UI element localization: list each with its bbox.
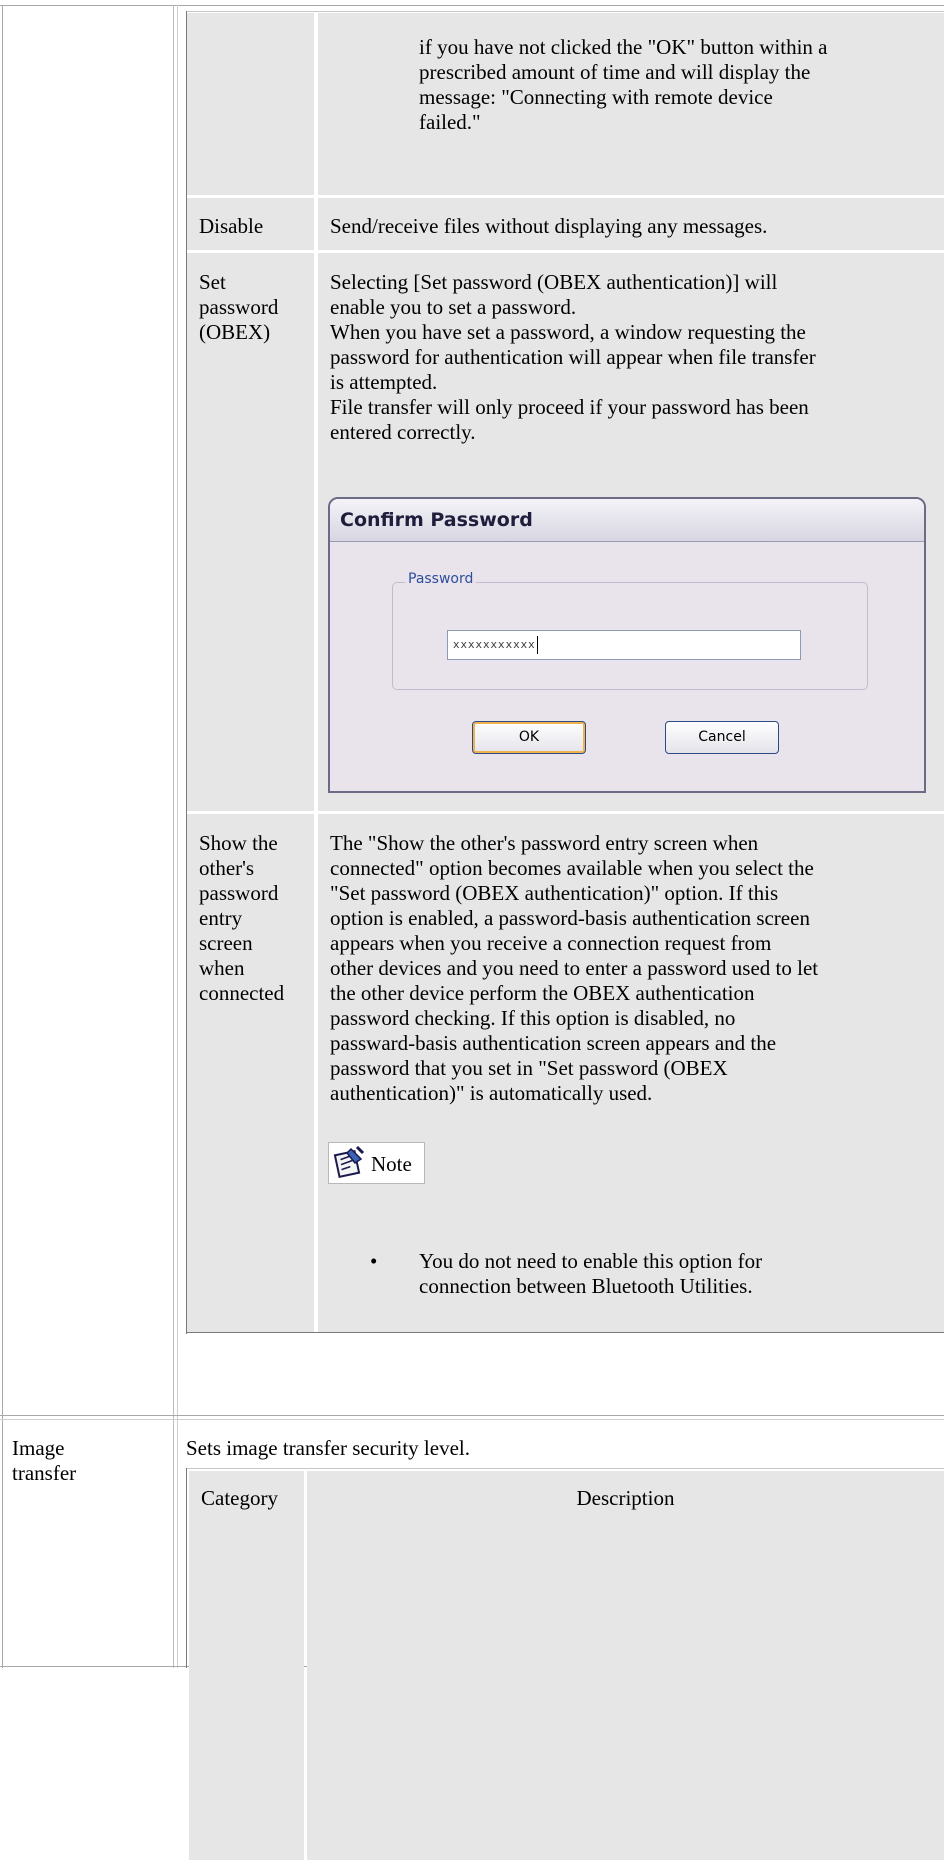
text-line: option is enabled, a password-basis auth… xyxy=(330,906,810,930)
text-line: prescribed amount of time and will displ… xyxy=(419,60,811,84)
dialog-title-bar: Confirm Password xyxy=(330,499,924,542)
text-line: When you have set a password, a window r… xyxy=(330,320,806,344)
inner-table-top-border xyxy=(186,11,944,12)
category-show-other: Show the other's password entry screen w… xyxy=(199,831,284,1006)
text-line: message: "Connecting with remote device xyxy=(419,85,773,109)
note-icon xyxy=(333,1145,365,1179)
text-line: password xyxy=(199,881,279,905)
text-line: Image xyxy=(12,1436,65,1460)
note-label: Note xyxy=(371,1152,412,1176)
note-bullet-text: You do not need to enable this option fo… xyxy=(419,1249,934,1299)
text-line: Set xyxy=(199,270,226,294)
outer-table-top-border xyxy=(0,5,944,6)
text-line: entry xyxy=(199,906,243,930)
confirm-password-dialog: Confirm Password Password xxxxxxxxxxx OK… xyxy=(328,497,926,793)
image-transfer-label: Image transfer xyxy=(12,1436,76,1486)
text-line: enable you to set a password. xyxy=(330,295,577,319)
text-line: entered correctly. xyxy=(330,420,476,444)
text-line: connection between Bluetooth Utilities. xyxy=(419,1274,753,1298)
image-transfer-intro: Sets image transfer security level. xyxy=(186,1436,470,1460)
text-line: when xyxy=(199,956,245,980)
text-line: passward-basis authentication screen app… xyxy=(330,1031,777,1055)
image-table-left-border xyxy=(186,1468,187,1668)
description-set-password: Selecting [Set password (OBEX authentica… xyxy=(330,270,940,445)
text-line: password for authentication will appear … xyxy=(330,345,816,369)
text-line: screen xyxy=(199,931,253,955)
text-line: other's xyxy=(199,856,255,880)
password-group-label: Password xyxy=(405,570,477,588)
category-set-password: Set password (OBEX) xyxy=(199,270,278,345)
text-line: if you have not clicked the "OK" button … xyxy=(419,35,828,59)
password-mask: xxxxxxxxxxx xyxy=(453,638,536,651)
category-disable: Disable xyxy=(199,214,264,238)
dialog-title: Confirm Password xyxy=(340,509,533,531)
text-line: authentication)" is automatically used. xyxy=(330,1081,653,1105)
text-line: connected xyxy=(199,981,285,1005)
text-line: File transfer will only proceed if your … xyxy=(330,395,809,419)
image-table-top-border xyxy=(186,1468,944,1469)
description-disable: Send/receive files without displaying an… xyxy=(330,214,768,238)
header-description: Description xyxy=(576,1486,675,1510)
text-line: the other device perform the OBEX authen… xyxy=(330,981,755,1005)
text-line: is attempted. xyxy=(330,370,438,394)
text-line: password that you set in "Set password (… xyxy=(330,1056,728,1080)
bullet-marker: • xyxy=(370,1249,378,1273)
text-line: The "Show the other's password entry scr… xyxy=(330,831,759,855)
text-line: connected" option becomes available when… xyxy=(330,856,814,880)
outer-row-divider-inner xyxy=(0,1419,944,1420)
text-line: Selecting [Set password (OBEX authentica… xyxy=(330,270,778,294)
text-line: other devices and you need to enter a pa… xyxy=(330,956,819,980)
outer-row-divider xyxy=(0,1415,944,1416)
continuation-text: if you have not clicked the "OK" button … xyxy=(419,35,939,135)
ok-button[interactable]: OK xyxy=(472,721,586,754)
text-line: password checking. If this option is dis… xyxy=(330,1006,736,1030)
text-line: You do not need to enable this option fo… xyxy=(419,1249,763,1273)
text-line: password xyxy=(199,295,279,319)
category-cell-empty xyxy=(186,13,314,195)
text-line: appears when you receive a connection re… xyxy=(330,931,772,955)
text-line: Show the xyxy=(199,831,278,855)
text-caret xyxy=(536,636,538,654)
header-category-cell xyxy=(189,1471,304,1860)
inner-table-bottom-border xyxy=(186,1332,944,1333)
text-line: "Set password (OBEX authentication)" opt… xyxy=(330,881,779,905)
password-input[interactable]: xxxxxxxxxxx xyxy=(447,630,801,660)
text-line: transfer xyxy=(12,1461,77,1485)
description-show-other: The "Show the other's password entry scr… xyxy=(330,831,940,1106)
text-line: failed." xyxy=(419,110,481,134)
inner-table-left-border xyxy=(186,11,187,1334)
text-line: (OBEX) xyxy=(199,320,271,344)
header-description-cell xyxy=(307,1471,944,1860)
header-category: Category xyxy=(201,1486,278,1510)
cancel-button[interactable]: Cancel xyxy=(665,721,779,754)
